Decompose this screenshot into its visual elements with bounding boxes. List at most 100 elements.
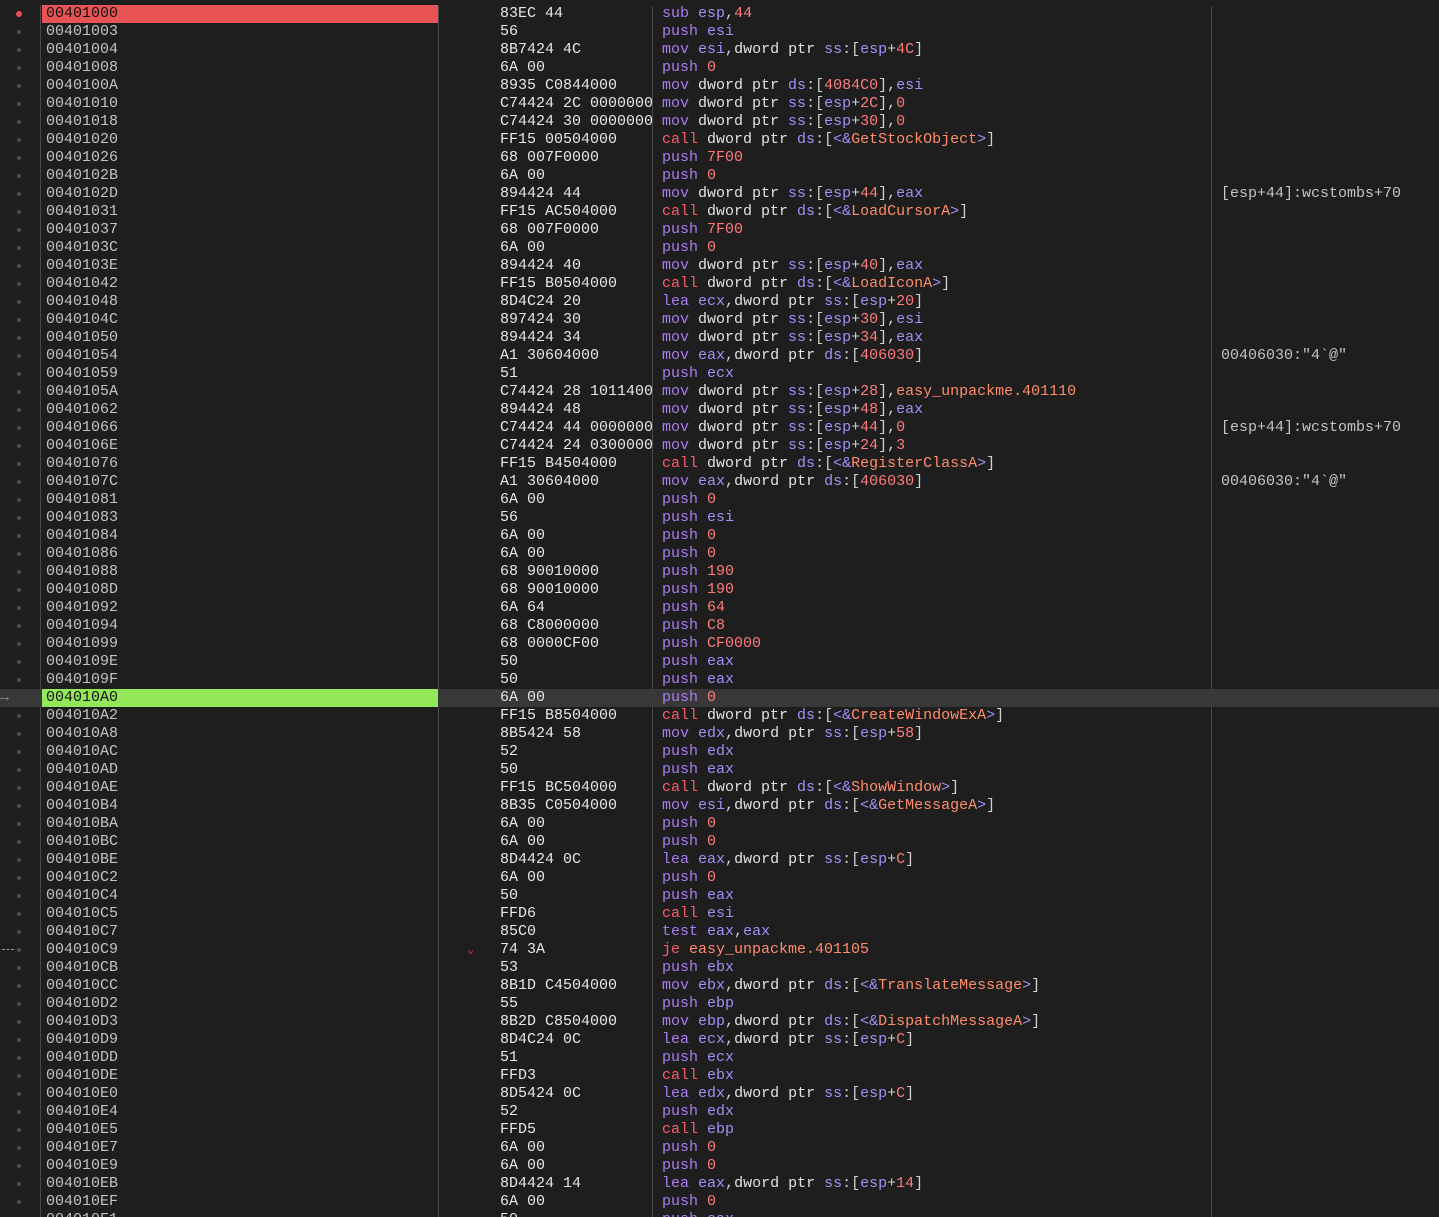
instruction-row[interactable]: 004010E0 8D5424 0C lea edx,dword ptr ss:[e… <box>0 1085 1439 1103</box>
instruction-address[interactable]: 00401086 <box>42 545 438 563</box>
breakpoint-gutter[interactable] <box>0 149 40 167</box>
instruction-address[interactable]: 00401076 <box>42 455 438 473</box>
instruction-row[interactable]: 0040103C 6A 00 push 0 <box>0 239 1439 257</box>
breakpoint-gutter[interactable] <box>0 41 40 59</box>
instruction-address[interactable]: 004010BC <box>42 833 438 851</box>
instruction-row[interactable]: 00401008 6A 00 push 0 <box>0 59 1439 77</box>
breakpoint-dot-icon[interactable] <box>17 480 21 484</box>
breakpoint-dot-icon[interactable] <box>17 1128 21 1132</box>
breakpoint-gutter[interactable] <box>0 203 40 221</box>
breakpoint-gutter[interactable] <box>0 941 40 959</box>
breakpoint-dot-icon[interactable] <box>17 1164 21 1168</box>
breakpoint-dot-icon[interactable] <box>17 1092 21 1096</box>
breakpoint-gutter[interactable] <box>0 905 40 923</box>
breakpoint-dot-icon[interactable] <box>17 408 21 412</box>
instruction-address[interactable]: 00401066 <box>42 419 438 437</box>
breakpoint-gutter[interactable] <box>0 329 40 347</box>
breakpoint-gutter[interactable] <box>0 401 40 419</box>
breakpoint-dot-icon[interactable] <box>17 318 21 322</box>
instruction-row[interactable]: 00401059 51 push ecx <box>0 365 1439 383</box>
breakpoint-gutter[interactable] <box>0 113 40 131</box>
instruction-row[interactable]: 00401062 894424 48 mov dword ptr ss:[esp+4… <box>0 401 1439 419</box>
breakpoint-dot-icon[interactable] <box>17 930 21 934</box>
breakpoint-dot-icon[interactable] <box>17 1200 21 1204</box>
instruction-row[interactable]: 00401094 68 C8000000 push C8 <box>0 617 1439 635</box>
disassembly-view[interactable]: 00401000 83EC 44 sub esp,44 00401003 56 push … <box>0 0 1439 1217</box>
instruction-row[interactable]: 004010C7 85C0 test eax,eax <box>0 923 1439 941</box>
instruction-row[interactable]: 004010C2 6A 00 push 0 <box>0 869 1439 887</box>
breakpoint-gutter[interactable] <box>0 1067 40 1085</box>
breakpoint-gutter[interactable] <box>0 257 40 275</box>
breakpoint-dot-icon[interactable] <box>17 588 21 592</box>
instruction-row[interactable]: 00401026 68 007F0000 push 7F00 <box>0 149 1439 167</box>
breakpoint-dot-icon[interactable] <box>17 1038 21 1042</box>
instruction-address[interactable]: 00401083 <box>42 509 438 527</box>
instruction-row[interactable]: 004010E5 FFD5 call ebp <box>0 1121 1439 1139</box>
breakpoint-dot-icon[interactable] <box>17 48 21 52</box>
instruction-address[interactable]: 004010F1 <box>42 1211 438 1217</box>
instruction-address[interactable]: 004010DE <box>42 1067 438 1085</box>
breakpoint-gutter[interactable] <box>0 5 40 23</box>
instruction-address[interactable]: 00401020 <box>42 131 438 149</box>
instruction-row[interactable]: 004010BC 6A 00 push 0 <box>0 833 1439 851</box>
breakpoint-gutter[interactable] <box>0 1211 40 1217</box>
breakpoint-gutter[interactable] <box>0 707 40 725</box>
instruction-address[interactable]: 0040108D <box>42 581 438 599</box>
breakpoint-dot-icon[interactable] <box>17 282 21 286</box>
breakpoint-gutter[interactable] <box>0 1103 40 1121</box>
instruction-row[interactable]: 004010F1 50 push eax <box>0 1211 1439 1217</box>
breakpoint-dot-icon[interactable] <box>17 678 21 682</box>
instruction-address[interactable]: 00401000 <box>42 5 438 23</box>
instruction-address[interactable]: 004010A8 <box>42 725 438 743</box>
breakpoint-dot-icon[interactable] <box>17 858 21 862</box>
instruction-address[interactable]: 00401031 <box>42 203 438 221</box>
instruction-address[interactable]: 00401088 <box>42 563 438 581</box>
breakpoint-dot-icon[interactable] <box>17 840 21 844</box>
breakpoint-dot-icon[interactable] <box>17 192 21 196</box>
instruction-address[interactable]: 0040103C <box>42 239 438 257</box>
instruction-row[interactable]: 0040106E C74424 24 03000000 mov dword ptr … <box>0 437 1439 455</box>
breakpoint-dot-icon[interactable] <box>17 768 21 772</box>
instruction-row[interactable]: 00401050 894424 34 mov dword ptr ss:[esp+3… <box>0 329 1439 347</box>
instruction-row[interactable]: 00401020 FF15 00504000 call dword ptr ds:[… <box>0 131 1439 149</box>
instruction-address[interactable]: 0040106E <box>42 437 438 455</box>
breakpoint-dot-icon[interactable] <box>17 534 21 538</box>
breakpoint-gutter[interactable] <box>0 1121 40 1139</box>
breakpoint-gutter[interactable] <box>0 131 40 149</box>
breakpoint-dot-icon[interactable] <box>17 372 21 376</box>
instruction-address[interactable]: 00401008 <box>42 59 438 77</box>
instruction-row[interactable]: 004010DE FFD3 call ebx <box>0 1067 1439 1085</box>
breakpoint-dot-icon[interactable] <box>17 984 21 988</box>
breakpoint-gutter[interactable] <box>0 185 40 203</box>
breakpoint-dot-icon[interactable] <box>17 822 21 826</box>
breakpoint-dot-icon[interactable] <box>17 624 21 628</box>
instruction-row[interactable]: 004010C5 FFD6 call esi <box>0 905 1439 923</box>
instruction-address[interactable]: 00401042 <box>42 275 438 293</box>
breakpoint-dot-icon[interactable] <box>17 876 21 880</box>
instruction-row[interactable]: 00401054 A1 30604000 mov eax,dword ptr ds:… <box>0 347 1439 365</box>
breakpoint-dot-icon[interactable] <box>17 750 21 754</box>
breakpoint-gutter[interactable] <box>0 833 40 851</box>
breakpoint-gutter[interactable] <box>0 347 40 365</box>
instruction-row[interactable]: 0040105A C74424 28 10114000 mov dword ptr … <box>0 383 1439 401</box>
instruction-address[interactable]: 00401092 <box>42 599 438 617</box>
breakpoint-dot-icon[interactable] <box>17 300 21 304</box>
breakpoint-gutter[interactable] <box>0 383 40 401</box>
instruction-address[interactable]: 0040100A <box>42 77 438 95</box>
instruction-row[interactable]: 004010AC 52 push edx <box>0 743 1439 761</box>
instruction-address[interactable]: 004010E4 <box>42 1103 438 1121</box>
breakpoint-dot-icon[interactable] <box>17 336 21 340</box>
instruction-address[interactable]: 00401026 <box>42 149 438 167</box>
instruction-row[interactable]: 004010BE 8D4424 0C lea eax,dword ptr ss:[e… <box>0 851 1439 869</box>
breakpoint-gutter[interactable] <box>0 221 40 239</box>
breakpoint-gutter[interactable] <box>0 1013 40 1031</box>
instruction-address[interactable]: 00401018 <box>42 113 438 131</box>
breakpoint-gutter[interactable] <box>0 743 40 761</box>
breakpoint-dot-icon[interactable] <box>17 606 21 610</box>
breakpoint-dot-icon[interactable] <box>17 444 21 448</box>
breakpoint-gutter[interactable] <box>0 293 40 311</box>
instruction-row[interactable]: 004010D2 55 push ebp <box>0 995 1439 1013</box>
instruction-address[interactable]: 004010D3 <box>42 1013 438 1031</box>
breakpoint-gutter[interactable] <box>0 1049 40 1067</box>
breakpoint-gutter[interactable] <box>0 455 40 473</box>
